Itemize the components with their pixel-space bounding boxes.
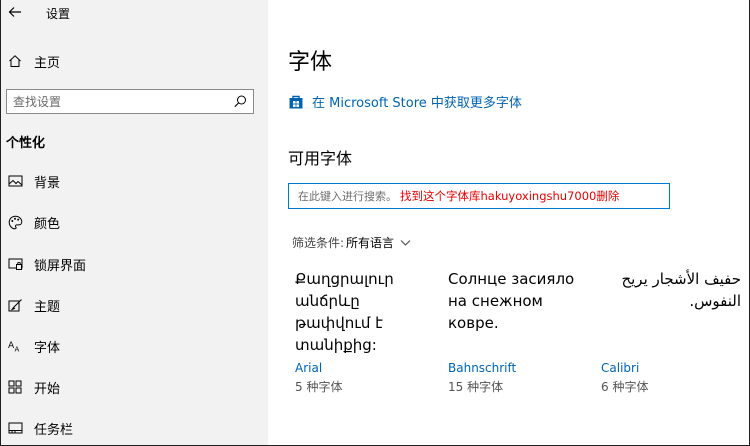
font-aa-icon: AA	[7, 338, 23, 354]
font-card-bahnschrift[interactable]: Солнце засияло на снежном ковре. Bahnsch…	[448, 268, 588, 394]
filter-label: 筛选条件:	[292, 236, 345, 250]
font-card-arial[interactable]: Քաղցրալուր անճրևը թափվում է տանիքից: Ari…	[295, 268, 435, 394]
store-bag-icon	[289, 95, 303, 108]
theme-brush-icon	[7, 297, 23, 313]
back-arrow-icon	[8, 7, 21, 17]
sidebar-item-home[interactable]: 主页	[1, 48, 268, 74]
sidebar-item-label: 颜色	[34, 216, 61, 232]
sidebar-item-label: 开始	[34, 381, 61, 397]
font-sample-text: Քաղցրալուր անճրևը թափվում է տանիքից:	[295, 270, 394, 354]
start-grid-icon	[7, 379, 23, 395]
store-link-label[interactable]: 在 Microsoft Store 中获取更多字体	[312, 92, 522, 111]
sidebar-item-fonts[interactable]: AA 字体	[1, 332, 268, 360]
chevron-down-icon[interactable]	[400, 237, 411, 248]
sidebar-item-label: 锁屏界面	[34, 258, 87, 274]
sidebar-item-label: 背景	[34, 175, 61, 191]
svg-text:A: A	[14, 346, 19, 354]
font-count: 6 种字体	[601, 380, 649, 394]
available-fonts-heading: 可用字体	[288, 149, 353, 168]
font-count: 5 种字体	[295, 380, 343, 394]
font-count: 15 种字体	[448, 380, 504, 394]
sidebar-item-label: 字体	[34, 340, 61, 356]
palette-icon	[7, 214, 23, 230]
font-name[interactable]: Calibri	[601, 361, 639, 375]
main-content: 字体 在 Microsoft Store 中获取更多字体 可用字体 在此键入进行…	[268, 0, 749, 445]
sidebar-item-lockscreen[interactable]: 锁屏界面	[1, 250, 268, 278]
settings-search-box[interactable]	[6, 89, 254, 114]
back-button[interactable]	[5, 2, 25, 22]
home-icon	[7, 53, 23, 69]
store-link[interactable]: 在 Microsoft Store 中获取更多字体	[288, 92, 522, 111]
page-title: 字体	[288, 50, 333, 75]
picture-icon	[7, 173, 23, 189]
font-card-calibri[interactable]: حفيف الأشجار يريح النفوس. Calibri 6 种字体	[601, 268, 741, 394]
window-title: 设置	[46, 7, 71, 21]
search-icon[interactable]	[233, 94, 248, 109]
font-search-placeholder: 在此键入进行搜索。	[298, 190, 397, 203]
filter-value[interactable]: 所有语言	[346, 234, 394, 251]
sidebar-item-themes[interactable]: 主题	[1, 291, 268, 319]
settings-search-input[interactable]	[7, 90, 222, 113]
sidebar-item-background[interactable]: 背景	[1, 167, 268, 195]
sidebar-item-colors[interactable]: 颜色	[1, 208, 268, 236]
settings-window: 设置 主页 个性化 背景 颜色	[0, 0, 750, 446]
sidebar-item-label: 主题	[34, 299, 61, 315]
taskbar-icon	[7, 420, 23, 436]
sidebar: 设置 主页 个性化 背景 颜色	[1, 0, 268, 445]
sidebar-item-label: 任务栏	[34, 422, 74, 438]
font-sample-text: حفيف الأشجار يريح النفوس.	[621, 270, 741, 310]
font-name[interactable]: Arial	[295, 361, 322, 375]
sidebar-item-start[interactable]: 开始	[1, 373, 268, 401]
section-title-personalization: 个性化	[6, 136, 46, 151]
font-sample-text: Солнце засияло на снежном ковре.	[448, 270, 575, 332]
font-name[interactable]: Bahnschrift	[448, 361, 516, 375]
language-filter[interactable]: 筛选条件: 所有语言	[292, 234, 411, 251]
sidebar-item-label: 主页	[34, 55, 61, 71]
annotation-note: 找到这个字体库hakuyoxingshu7000删除	[400, 189, 620, 203]
lock-screen-icon	[7, 256, 23, 272]
font-search-input[interactable]: 在此键入进行搜索。 找到这个字体库hakuyoxingshu7000删除	[288, 183, 670, 209]
sidebar-item-taskbar[interactable]: 任务栏	[1, 414, 268, 442]
